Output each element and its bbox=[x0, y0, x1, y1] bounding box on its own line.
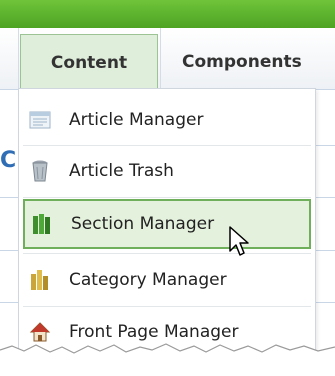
menu-item-section-manager[interactable]: Section Manager bbox=[23, 199, 311, 249]
content-dropdown-menu: Article Manager Article Trash Section Ma… bbox=[18, 88, 316, 370]
torn-paper-edge bbox=[0, 343, 335, 376]
menu-item-label: Section Manager bbox=[71, 214, 215, 234]
menu-item-label: Category Manager bbox=[69, 270, 227, 290]
background-divider bbox=[0, 250, 18, 251]
menu-item-label: Article Trash bbox=[69, 161, 174, 181]
menu-separator bbox=[18, 28, 19, 90]
trash-icon bbox=[29, 158, 51, 184]
background-divider bbox=[315, 197, 335, 198]
menu-item-article-manager[interactable]: Article Manager bbox=[23, 95, 311, 145]
menu-tab-components-label: Components bbox=[182, 52, 302, 72]
category-manager-icon bbox=[29, 267, 51, 293]
menu-separator bbox=[160, 28, 161, 90]
menu-tab-components[interactable]: Components bbox=[166, 34, 335, 90]
background-divider bbox=[315, 302, 335, 303]
menu-tab-content[interactable]: Content bbox=[20, 34, 158, 90]
menu-item-article-trash[interactable]: Article Trash bbox=[23, 146, 311, 196]
background-divider bbox=[315, 145, 335, 146]
menu-separator bbox=[23, 197, 311, 198]
menu-tab-content-label: Content bbox=[50, 52, 128, 73]
background-partial-text: C bbox=[0, 148, 17, 173]
section-manager-icon bbox=[31, 211, 53, 237]
background-divider bbox=[0, 197, 18, 198]
menu-separator bbox=[23, 253, 311, 254]
top-green-bar bbox=[0, 0, 335, 28]
article-manager-icon bbox=[29, 107, 51, 133]
menu-item-category-manager[interactable]: Category Manager bbox=[23, 255, 311, 305]
menu-item-label: Article Manager bbox=[69, 110, 204, 130]
background-divider bbox=[0, 302, 18, 303]
background-divider bbox=[315, 250, 335, 251]
mouse-pointer-icon bbox=[228, 225, 254, 263]
main-menu-bar: Content Components bbox=[0, 28, 335, 90]
